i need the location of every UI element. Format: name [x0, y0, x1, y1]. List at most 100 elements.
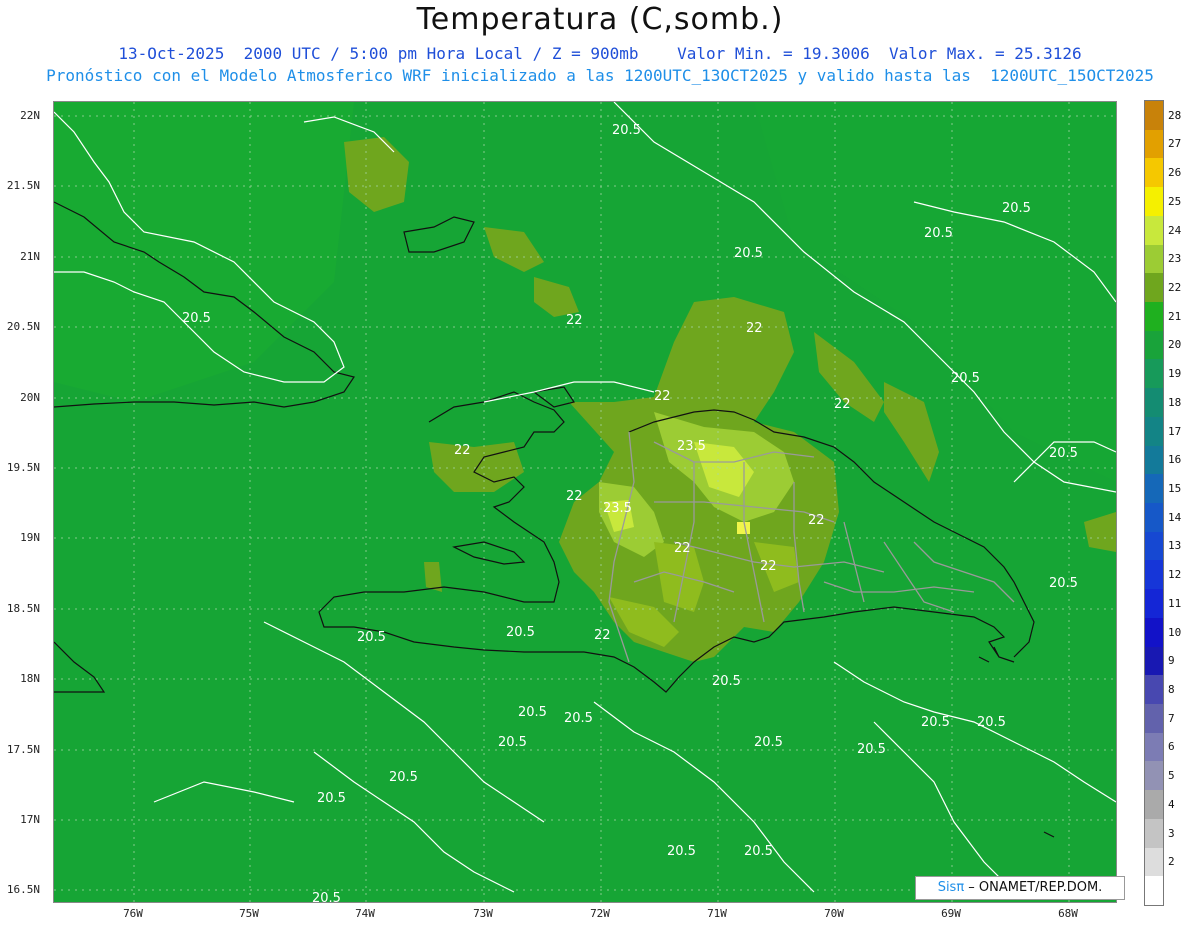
colorbar-label: 8 — [1168, 683, 1175, 696]
colorbar-label: 4 — [1168, 797, 1175, 811]
svg-text:22: 22 — [808, 513, 825, 528]
colorbar-label: 27 — [1168, 137, 1182, 151]
colorbar-swatch — [1145, 388, 1163, 418]
colorbar-swatch — [1145, 101, 1163, 131]
svg-text:20.5: 20.5 — [317, 791, 346, 806]
lat-label: 20.5N — [6, 320, 40, 333]
lon-label: 71W — [707, 907, 727, 920]
svg-text:22: 22 — [566, 489, 583, 504]
lat-label: 22N — [20, 109, 40, 122]
lat-label: 17N — [20, 813, 40, 826]
colorbar-label: 20 — [1168, 338, 1182, 352]
svg-text:22: 22 — [454, 443, 471, 458]
colorbar-label: 10 — [1168, 625, 1182, 639]
colorbar-label: 24 — [1168, 223, 1182, 237]
colorbar-swatch — [1145, 675, 1163, 705]
colorbar-swatch — [1145, 158, 1163, 188]
colorbar-swatch — [1145, 617, 1163, 648]
colorbar — [1144, 100, 1164, 906]
colorbar-swatch — [1145, 818, 1163, 849]
svg-text:20.5: 20.5 — [924, 226, 953, 241]
svg-text:22: 22 — [746, 321, 763, 336]
model-info-line: Pronóstico con el Modelo Atmosferico WRF… — [46, 66, 1154, 85]
lon-label: 75W — [239, 907, 259, 920]
colorbar-swatch — [1145, 302, 1163, 332]
colorbar-label: 15 — [1168, 482, 1182, 495]
colorbar-label: 18 — [1168, 395, 1182, 409]
colorbar-label: 26 — [1168, 166, 1182, 180]
colorbar-label: 9 — [1168, 654, 1175, 668]
colorbar-swatch — [1145, 704, 1163, 734]
colorbar-swatch — [1145, 847, 1163, 877]
svg-text:20.5: 20.5 — [518, 705, 547, 720]
colorbar-label: 16 — [1168, 453, 1182, 467]
colorbar-swatch — [1145, 503, 1163, 533]
lat-label: 21N — [20, 250, 40, 263]
colorbar-swatch — [1145, 790, 1163, 820]
colorbar-label: 5 — [1168, 769, 1175, 783]
svg-text:20.5: 20.5 — [712, 674, 741, 689]
svg-text:20.5: 20.5 — [951, 371, 980, 386]
onamet-logo: Sisπ – ONAMET/REP.DOM. — [915, 876, 1125, 900]
colorbar-label: 3 — [1168, 826, 1175, 840]
forecast-time-line: 13-Oct-2025 2000 UTC / 5:00 pm Hora Loca… — [118, 44, 1082, 63]
svg-text:20.5: 20.5 — [667, 844, 696, 859]
colorbar-label: 19 — [1168, 367, 1182, 381]
svg-text:22: 22 — [566, 313, 583, 328]
colorbar-swatch — [1145, 330, 1163, 360]
colorbar-swatch — [1145, 531, 1163, 561]
colorbar-label: 13 — [1168, 539, 1182, 553]
lat-label: 18.5N — [6, 602, 40, 615]
svg-text:22: 22 — [674, 541, 691, 556]
colorbar-swatch — [1145, 129, 1163, 159]
svg-text:20.5: 20.5 — [389, 770, 418, 785]
colorbar-swatch — [1145, 187, 1163, 217]
svg-text:22: 22 — [760, 559, 777, 574]
lon-label: 74W — [355, 907, 375, 920]
svg-text:20.5: 20.5 — [857, 742, 886, 757]
colorbar-label: 21 — [1168, 309, 1182, 323]
colorbar-swatch — [1145, 445, 1163, 475]
colorbar-label: 22 — [1168, 281, 1182, 294]
colorbar-label: 2 — [1168, 855, 1175, 869]
colorbar-label: 11 — [1168, 596, 1182, 610]
lat-label: 19.5N — [6, 461, 40, 474]
svg-text:22: 22 — [594, 628, 611, 643]
colorbar-label: 7 — [1168, 711, 1175, 725]
colorbar-swatch — [1145, 761, 1163, 791]
lon-label: 72W — [590, 907, 610, 920]
logo-text: – ONAMET/REP.DOM. — [964, 880, 1103, 895]
svg-text:20.5: 20.5 — [182, 311, 211, 326]
colorbar-swatch — [1145, 560, 1163, 590]
lon-label: 73W — [473, 907, 493, 920]
lat-label: 20N — [20, 391, 40, 404]
colorbar-label: 6 — [1168, 740, 1175, 754]
lat-label: 18N — [20, 672, 40, 685]
sispi-brand: Sisπ — [937, 880, 965, 895]
svg-text:20.5: 20.5 — [506, 625, 535, 640]
colorbar-label: 12 — [1168, 568, 1182, 582]
svg-text:20.5: 20.5 — [1049, 576, 1078, 591]
lon-label: 76W — [123, 907, 143, 920]
svg-text:20.5: 20.5 — [1049, 446, 1078, 461]
lat-label: 17.5N — [6, 743, 40, 756]
svg-text:23.5: 23.5 — [677, 439, 706, 454]
colorbar-label: 14 — [1168, 510, 1182, 524]
colorbar-swatch — [1145, 416, 1163, 447]
chart-title: Temperatura (C,somb.) — [416, 2, 784, 37]
svg-text:20.5: 20.5 — [754, 735, 783, 750]
colorbar-label: 25 — [1168, 194, 1182, 208]
lat-label: 19N — [20, 531, 40, 544]
lon-label: 70W — [824, 907, 844, 920]
colorbar-swatch — [1145, 589, 1163, 619]
svg-text:20.5: 20.5 — [312, 891, 341, 902]
colorbar-swatch — [1145, 273, 1163, 303]
colorbar-swatch — [1145, 359, 1163, 389]
svg-text:20.5: 20.5 — [1002, 201, 1031, 216]
colorbar-swatch — [1145, 646, 1163, 676]
lat-label: 16.5N — [6, 883, 40, 896]
svg-text:20.5: 20.5 — [498, 735, 527, 750]
svg-text:20.5: 20.5 — [921, 715, 950, 730]
colorbar-label: 17 — [1168, 424, 1182, 438]
colorbar-label: 28 — [1168, 108, 1182, 122]
